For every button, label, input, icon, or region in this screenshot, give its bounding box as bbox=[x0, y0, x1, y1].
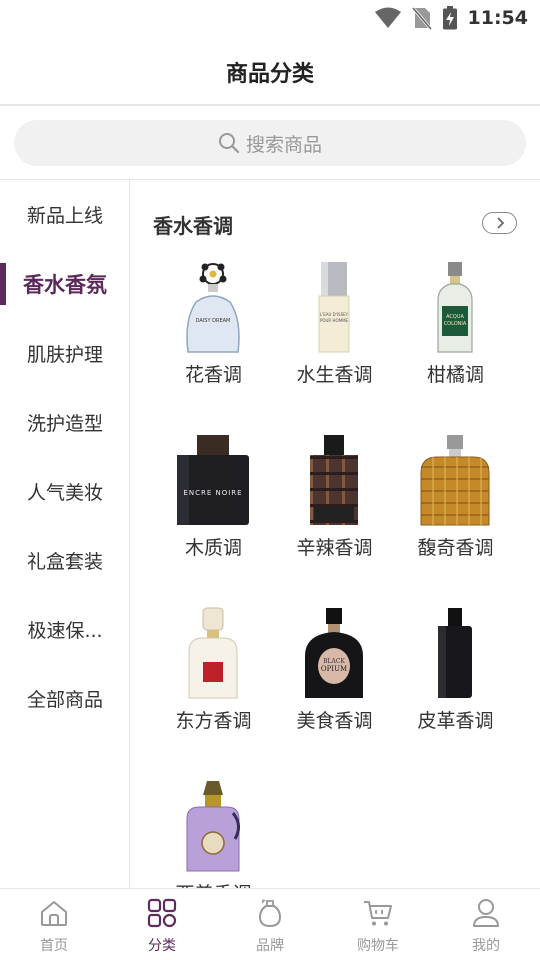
category-content: 香水香调 DAISY DREAM 花香调 L'EAU D'ISSEY POUR … bbox=[131, 180, 540, 888]
nav-label: 首页 bbox=[40, 938, 68, 954]
opium-bottle-label-2: OPIUM bbox=[321, 665, 347, 673]
category-aquatic[interactable]: L'EAU D'ISSEY POUR HOMME 水生香调 bbox=[274, 260, 395, 430]
category-chypre[interactable]: 西普香调 bbox=[153, 779, 274, 888]
sidebar-item-skincare[interactable]: 肌肤护理 bbox=[0, 333, 130, 373]
search-input[interactable]: 搜索商品 bbox=[14, 120, 526, 166]
sidebar-item-all-products[interactable]: 全部商品 bbox=[0, 678, 130, 718]
category-label: 木质调 bbox=[184, 537, 242, 559]
category-gourmand[interactable]: BLACK OPIUM 美食香调 bbox=[274, 606, 395, 776]
header: 商品分类 bbox=[0, 36, 540, 106]
woody-perfume-image: ENCRE NOIRE bbox=[173, 433, 253, 529]
nav-label: 分类 bbox=[148, 938, 176, 954]
user-icon bbox=[473, 899, 499, 927]
floral-perfume-image: DAISY DREAM bbox=[173, 260, 253, 356]
chevron-right-icon bbox=[496, 217, 504, 229]
sidebar-item-express[interactable]: 极速保... bbox=[0, 609, 130, 649]
category-label: 辛辣香调 bbox=[296, 537, 373, 559]
daisy-bottle-label: DAISY DREAM bbox=[196, 318, 231, 324]
opium-bottle-label-1: BLACK bbox=[323, 658, 345, 665]
sidebar-item-gift-sets[interactable]: 礼盒套装 bbox=[0, 540, 130, 580]
home-icon bbox=[41, 901, 67, 926]
cart-icon bbox=[364, 901, 392, 926]
fougere-perfume-image bbox=[415, 433, 495, 529]
nav-label: 购物车 bbox=[357, 938, 399, 954]
category-label: 水生香调 bbox=[296, 364, 373, 386]
status-time: 11:54 bbox=[467, 7, 528, 29]
wifi-icon bbox=[374, 7, 401, 28]
category-label: 柑橘调 bbox=[426, 364, 484, 386]
category-label: 皮革香调 bbox=[417, 710, 494, 732]
acqua-bottle-label-2: COLONIA bbox=[444, 321, 467, 327]
category-label: 西普香调 bbox=[153, 879, 274, 888]
gourmand-perfume-image: BLACK OPIUM bbox=[294, 606, 374, 702]
leather-perfume-image bbox=[415, 606, 495, 702]
bottom-navigation: 首页 分类 品牌 购物车 我的 bbox=[0, 888, 540, 960]
sidebar-item-new-arrivals[interactable]: 新品上线 bbox=[0, 194, 130, 234]
search-placeholder: 搜索商品 bbox=[245, 133, 322, 156]
nav-category[interactable]: 分类 bbox=[108, 889, 216, 960]
oriental-perfume-image bbox=[173, 606, 253, 702]
nav-brand[interactable]: 品牌 bbox=[216, 889, 324, 960]
sidebar-item-hair-care[interactable]: 洗护造型 bbox=[0, 402, 130, 442]
category-label: 东方香调 bbox=[175, 710, 252, 732]
category-label: 花香调 bbox=[184, 364, 242, 386]
nav-home[interactable]: 首页 bbox=[0, 889, 108, 960]
category-label: 馥奇香调 bbox=[417, 537, 494, 559]
nav-label: 我的 bbox=[472, 938, 500, 954]
category-oriental[interactable]: 东方香调 bbox=[153, 606, 274, 776]
nav-profile[interactable]: 我的 bbox=[432, 889, 540, 960]
category-citrus[interactable]: ACQUA COLONIA 柑橘调 bbox=[395, 260, 516, 430]
chypre-perfume-image bbox=[173, 779, 253, 875]
issey-bottle-label-1: L'EAU D'ISSEY bbox=[320, 312, 349, 317]
issey-bottle-label-2: POUR HOMME bbox=[320, 318, 349, 323]
search-icon bbox=[218, 133, 240, 154]
spicy-perfume-image bbox=[294, 433, 374, 529]
nav-label: 品牌 bbox=[256, 938, 284, 954]
category-icon bbox=[147, 898, 177, 928]
no-sim-icon bbox=[411, 7, 432, 30]
search-bar-container: 搜索商品 bbox=[0, 106, 540, 180]
status-icons: 11:54 bbox=[374, 4, 528, 32]
category-spicy[interactable]: 辛辣香调 bbox=[274, 433, 395, 603]
more-button[interactable] bbox=[482, 212, 517, 234]
page-title: 商品分类 bbox=[225, 62, 314, 87]
sidebar-item-makeup[interactable]: 人气美妆 bbox=[0, 471, 130, 511]
citrus-perfume-image: ACQUA COLONIA bbox=[415, 260, 495, 356]
category-floral[interactable]: DAISY DREAM 花香调 bbox=[153, 260, 274, 430]
battery-charging-icon bbox=[442, 6, 457, 30]
category-leather[interactable]: 皮革香调 bbox=[395, 606, 516, 776]
status-bar: 11:54 bbox=[0, 0, 540, 36]
category-sidebar: 新品上线 香水香氛 肌肤护理 洗护造型 人气美妆 礼盒套装 极速保... 全部商… bbox=[0, 180, 130, 888]
perfume-bottle-icon bbox=[258, 899, 282, 928]
section-title: 香水香调 bbox=[153, 214, 233, 238]
category-fougere[interactable]: 馥奇香调 bbox=[395, 433, 516, 603]
sidebar-item-fragrance[interactable]: 香水香氛 bbox=[0, 264, 130, 304]
acqua-bottle-label-1: ACQUA bbox=[446, 314, 464, 320]
encre-bottle-label: ENCRE NOIRE bbox=[183, 489, 242, 497]
category-woody[interactable]: ENCRE NOIRE 木质调 bbox=[153, 433, 274, 603]
category-label: 美食香调 bbox=[296, 710, 373, 732]
aquatic-perfume-image: L'EAU D'ISSEY POUR HOMME bbox=[294, 260, 374, 356]
nav-cart[interactable]: 购物车 bbox=[324, 889, 432, 960]
